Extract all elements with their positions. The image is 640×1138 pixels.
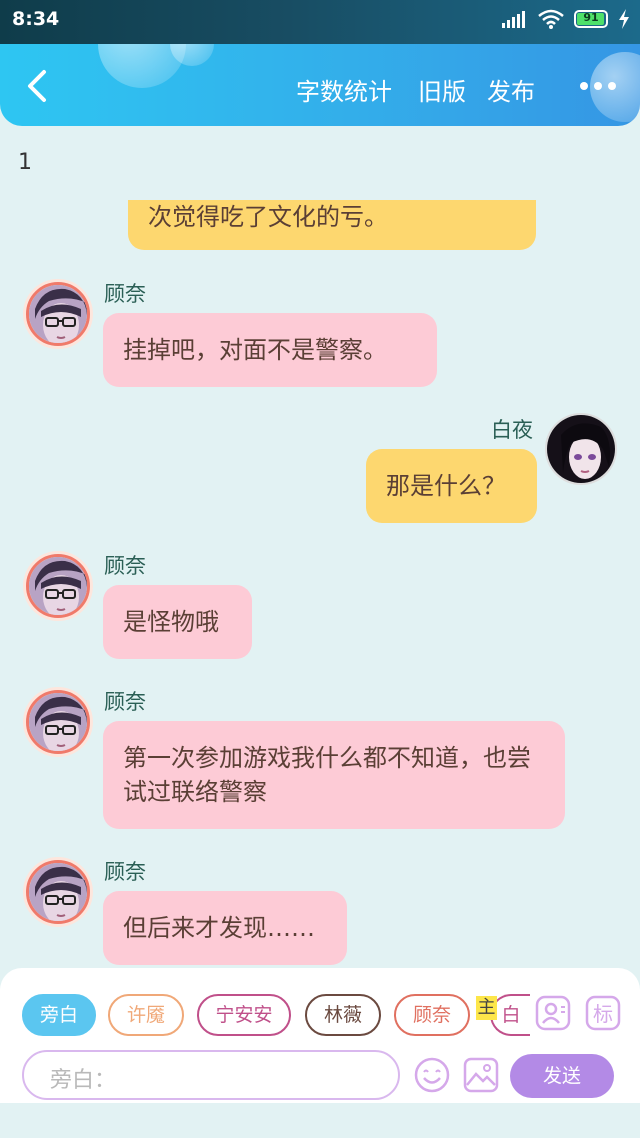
message-bubble[interactable]: 挂掉吧，对面不是警察。 bbox=[103, 313, 437, 387]
message-text: 挂掉吧，对面不是警察。 bbox=[123, 336, 387, 364]
contact-icon bbox=[535, 995, 571, 1031]
publish-button[interactable]: 发布 bbox=[487, 72, 535, 107]
more-icon bbox=[580, 82, 616, 90]
avatar-gunai[interactable] bbox=[26, 282, 90, 346]
app-header: 字数统计 旧版 发布 bbox=[0, 44, 640, 126]
wifi-icon bbox=[538, 9, 564, 29]
chip-label: 旁白 bbox=[39, 1004, 78, 1026]
sender-name: 顾奈 bbox=[104, 282, 146, 306]
message-text: 是怪物哦 bbox=[123, 608, 219, 636]
character-chip-narrator[interactable]: 旁白 bbox=[22, 994, 96, 1036]
avatar-baiye[interactable] bbox=[545, 413, 617, 485]
character-chip-ninganan[interactable]: 宁安安 bbox=[197, 994, 291, 1036]
send-button[interactable]: 发送 bbox=[510, 1054, 614, 1098]
status-bar: 8:34 91 bbox=[0, 0, 640, 44]
old-version-button[interactable]: 旧版 bbox=[418, 72, 466, 107]
image-button[interactable] bbox=[462, 1056, 500, 1094]
character-chip-gunai[interactable]: 顾奈 bbox=[394, 994, 470, 1036]
avatar-gunai[interactable] bbox=[26, 554, 90, 618]
avatar-image bbox=[29, 693, 87, 751]
battery-icon: 91 bbox=[574, 10, 608, 28]
chip-label: 林薇 bbox=[323, 1004, 362, 1026]
word-count-button[interactable]: 字数统计 bbox=[296, 72, 392, 107]
chat-area[interactable]: 次觉得吃了文化的亏。 顾奈 挂掉吧，对面不是警察。 白夜 那是什么？ 顾奈 是怪… bbox=[0, 200, 640, 970]
back-icon bbox=[28, 70, 46, 102]
tag-icon: 标 bbox=[585, 995, 621, 1031]
svg-text:标: 标 bbox=[593, 1002, 613, 1026]
battery-level: 91 bbox=[583, 11, 599, 24]
page-number: 1 bbox=[18, 150, 32, 175]
message-text: 但后来才发现…… bbox=[123, 914, 315, 942]
signal-icon bbox=[502, 11, 525, 28]
tag-button[interactable]: 标 bbox=[584, 994, 622, 1032]
emoji-button[interactable] bbox=[413, 1056, 451, 1094]
avatar-gunai[interactable] bbox=[26, 690, 90, 754]
message-bubble[interactable]: 次觉得吃了文化的亏。 bbox=[128, 200, 536, 250]
character-chip-xuyan[interactable]: 许魇 bbox=[108, 994, 184, 1036]
emoji-icon bbox=[414, 1057, 450, 1093]
back-button[interactable] bbox=[20, 66, 56, 106]
status-time: 8:34 bbox=[12, 8, 60, 30]
input-role-label: 旁白： bbox=[50, 1068, 117, 1093]
protagonist-badge: 主 bbox=[476, 996, 497, 1020]
message-input[interactable] bbox=[114, 1058, 384, 1094]
chip-label: 宁安安 bbox=[215, 1004, 273, 1026]
character-chip-linwei[interactable]: 林薇 bbox=[305, 994, 381, 1036]
message-bubble[interactable]: 那是什么？ bbox=[366, 449, 537, 523]
avatar-image bbox=[29, 863, 87, 921]
message-bubble[interactable]: 是怪物哦 bbox=[103, 585, 252, 659]
charging-icon bbox=[619, 9, 629, 29]
message-bubble[interactable]: 但后来才发现…… bbox=[103, 891, 347, 965]
avatar-image bbox=[29, 285, 87, 343]
message-input-box[interactable]: 旁白： bbox=[22, 1050, 400, 1100]
avatar-image bbox=[29, 557, 87, 615]
sender-name: 白夜 bbox=[491, 418, 533, 442]
status-icons: 91 bbox=[502, 9, 630, 29]
chip-label: 白 bbox=[501, 1004, 521, 1026]
avatar-image bbox=[547, 415, 615, 483]
chip-label: 顾奈 bbox=[412, 1004, 451, 1026]
message-text: 第一次参加游戏我什么都不知道，也尝试过联络警察 bbox=[123, 744, 531, 806]
sender-name: 顾奈 bbox=[104, 554, 146, 578]
sender-name: 顾奈 bbox=[104, 690, 146, 714]
more-button[interactable] bbox=[578, 76, 618, 96]
input-panel: 旁白 许魇 宁安安 林薇 顾奈 白 主 标 旁白： 发送 bbox=[0, 968, 640, 1103]
chip-label: 许魇 bbox=[126, 1004, 165, 1026]
image-icon bbox=[463, 1057, 499, 1093]
message-text: 那是什么？ bbox=[386, 472, 506, 500]
bottom-strip bbox=[0, 1103, 640, 1138]
message-text: 次觉得吃了文化的亏。 bbox=[148, 203, 388, 231]
send-label: 发送 bbox=[542, 1065, 581, 1087]
sender-name: 顾奈 bbox=[104, 860, 146, 884]
avatar-gunai[interactable] bbox=[26, 860, 90, 924]
character-manage-button[interactable] bbox=[534, 994, 572, 1032]
message-bubble[interactable]: 第一次参加游戏我什么都不知道，也尝试过联络警察 bbox=[103, 721, 565, 829]
